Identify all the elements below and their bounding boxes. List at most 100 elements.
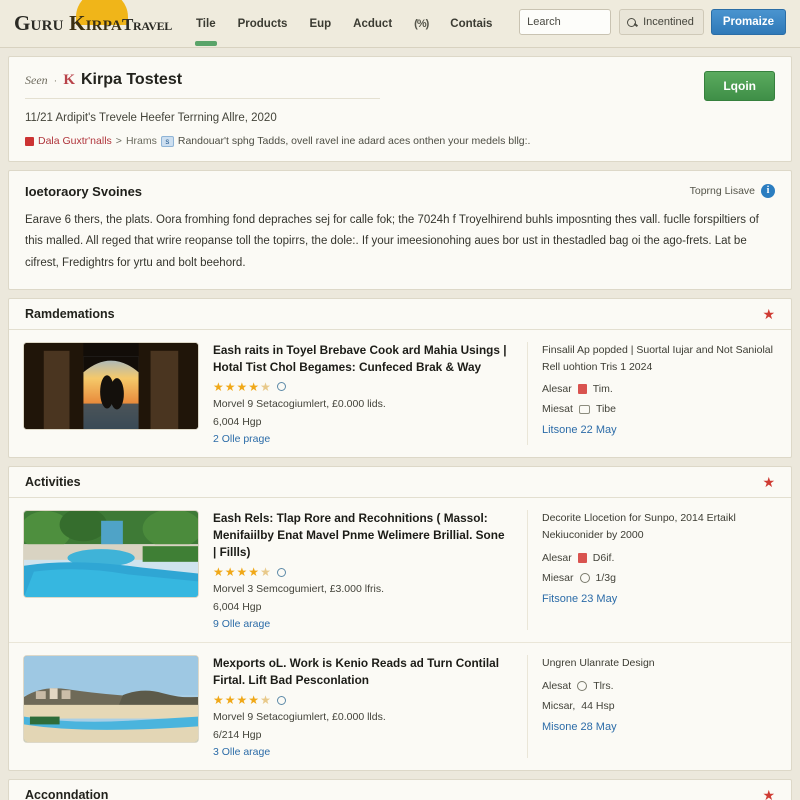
side-row-label: Miesar — [542, 571, 574, 584]
brand-logo[interactable]: Guru KirpaTravel — [14, 0, 172, 36]
section-title: Ramdemations — [25, 306, 115, 321]
nav-item-acduct[interactable]: Acduct — [351, 14, 394, 34]
item-title[interactable]: Eash raits in Toyel Brebave Cook ard Mah… — [213, 342, 507, 376]
breadcrumb-prefix[interactable]: Seen — [25, 73, 48, 88]
login-button[interactable]: Lqoin — [704, 71, 775, 101]
section-panel-recommendations: Ramdemations ★ Eash raits in Toyel Breba… — [8, 297, 792, 458]
item-side-link[interactable]: Misone 28 May — [542, 721, 777, 733]
rating-stars: ★ ★ ★ ★ ★ — [213, 566, 507, 578]
item-side-link[interactable]: Litsone 22 May — [542, 424, 777, 436]
search-input[interactable] — [519, 9, 612, 35]
meta-gray-text[interactable]: Hrams — [126, 135, 157, 147]
star-empty-icon: ★ — [260, 565, 271, 580]
incentive-label: Incentined — [643, 16, 694, 28]
star-icon[interactable]: ★ — [762, 475, 775, 489]
verified-ring-icon — [276, 695, 286, 705]
breadcrumb-separator: · — [53, 75, 58, 87]
header-meta-line: Dala Guxtr'nalls > Hrams s Randouar't sp… — [25, 135, 775, 147]
item-side-column: Decorite Llocetion for Sunpo, 2014 Ertai… — [527, 509, 777, 631]
item-title[interactable]: Eash Rels: Tlap Rore and Recohnitions ( … — [213, 510, 507, 561]
star-filled-icon: ★ — [236, 565, 248, 580]
star-icon[interactable]: ★ — [762, 307, 775, 321]
side-row-value: Tim. — [592, 383, 613, 396]
nav-item-eup[interactable]: Eup — [307, 14, 333, 34]
box-icon — [578, 404, 590, 414]
section-header: Activities ★ — [9, 467, 791, 498]
search-icon — [627, 17, 637, 27]
brand-word-3: Travel — [121, 15, 172, 34]
incentive-pill[interactable]: Incentined — [619, 9, 704, 35]
verified-ring-icon — [276, 567, 286, 577]
item-detail: Morvel 9 Setacogiumlert, £0.000 lids. — [213, 397, 386, 410]
item-side-title: Ungren Ulanrate Design — [542, 657, 655, 670]
nav-item-globe-icon[interactable]: (%) — [412, 14, 430, 34]
top-right-actions: Incentined Promaize — [519, 9, 786, 35]
item-side-column: Ungren Ulanrate Design Alesat Tlrs. Mics… — [527, 655, 777, 759]
section-panel-activities: Activities ★ Eash Rels: Tlap Rore and Re… — [8, 465, 792, 772]
item-main-column: Eash Rels: Tlap Rore and Recohnitions ( … — [213, 510, 513, 630]
list-item[interactable]: Eash raits in Toyel Brebave Cook ard Mah… — [9, 330, 791, 457]
page-header-panel: Seen · K Kirpa Tostest 11/21 Ardipit's T… — [8, 56, 792, 162]
section-header: Ramdemations ★ — [9, 299, 791, 330]
item-side-row: Alesar D6if. — [542, 552, 777, 564]
list-item[interactable]: Mexports oL. Work is Kenio Reads ad Turn… — [9, 642, 791, 770]
side-row-value: 44 Hsp — [581, 700, 615, 713]
brand-word-2: Kirpa — [69, 11, 122, 35]
list-item[interactable]: Eash Rels: Tlap Rore and Recohnitions ( … — [9, 498, 791, 642]
side-row-label: Miesat — [542, 403, 573, 416]
star-filled-icon: ★ — [213, 379, 224, 394]
star-filled-icon: ★ — [248, 693, 260, 708]
intro-right-group: Toprng Lisave i — [690, 184, 775, 198]
item-detail: Morvel 9 Setacogiumlert, £0.000 llds. — [213, 711, 386, 724]
side-row-label: Alesat — [542, 680, 572, 693]
item-link[interactable]: 9 Olle arage — [213, 618, 507, 630]
item-link[interactable]: 3 Olle arage — [213, 746, 507, 758]
red-block-icon — [577, 552, 587, 563]
item-thumbnail[interactable] — [23, 655, 199, 744]
item-count: 6,004 Hgp — [213, 415, 262, 428]
breadcrumb: Seen · K Kirpa Tostest — [25, 71, 775, 89]
section-header: Acconndation ★ — [9, 780, 791, 800]
side-row-label: Micsar, — [542, 700, 576, 713]
item-side-row: Miesar 1/3g — [542, 572, 777, 584]
star-filled-icon: ★ — [248, 565, 260, 580]
item-link[interactable]: 2 Olle prage — [213, 433, 507, 445]
intro-right-label[interactable]: Toprng Lisave — [690, 185, 755, 197]
nav-item-products[interactable]: Products — [236, 14, 290, 34]
item-side-row: Micsar, 44 Hsp — [542, 700, 777, 712]
item-thumbnail[interactable] — [23, 341, 199, 430]
star-filled-icon: ★ — [236, 693, 248, 708]
nav-item-tile[interactable]: Tile — [194, 14, 218, 46]
meta-red-text[interactable]: Dala Guxtr'nalls — [38, 135, 112, 147]
star-filled-icon: ★ — [213, 565, 224, 580]
intro-panel: Ioetoraory Svoines Toprng Lisave i Earav… — [8, 170, 792, 290]
side-row-value: Tlrs. — [593, 680, 614, 693]
promote-button[interactable]: Promaize — [710, 9, 786, 35]
info-icon[interactable]: i — [761, 184, 775, 198]
header-divider — [25, 98, 380, 99]
star-empty-icon: ★ — [260, 693, 271, 708]
star-icon[interactable]: ★ — [762, 788, 775, 800]
side-row-value: 1/3g — [595, 571, 616, 584]
star-filled-icon: ★ — [248, 379, 260, 394]
item-count: 6,004 Hgp — [213, 601, 262, 614]
star-filled-icon: ★ — [213, 693, 224, 708]
item-side-link[interactable]: Fitsone 23 May — [542, 593, 777, 605]
item-side-row: Alesar Tim. — [542, 383, 777, 395]
ring-icon — [579, 572, 590, 583]
item-detail: Morvel 3 Semcogumiert, £3.000 lfris. — [213, 583, 384, 596]
item-thumbnail[interactable] — [23, 509, 199, 598]
nav-item-contais[interactable]: Contais — [448, 14, 494, 34]
item-side-column: Finsalil Ap popded | Suortal Iujar and N… — [527, 341, 777, 445]
item-side-row: Alesat Tlrs. — [542, 680, 777, 692]
section-panel-accommodation: Acconndation ★ — [8, 779, 792, 800]
item-count: 6/214 Hgp — [213, 729, 262, 742]
item-title[interactable]: Mexports oL. Work is Kenio Reads ad Turn… — [213, 655, 507, 689]
verified-ring-icon — [276, 382, 286, 392]
brand-mark-icon: K — [63, 72, 75, 88]
item-side-title: Finsalil Ap popded | Suortal Iujar and N… — [542, 343, 773, 373]
top-navigation-bar: Guru KirpaTravel Tile Products Eup Acduc… — [0, 0, 800, 48]
item-main-column: Eash raits in Toyel Brebave Cook ard Mah… — [213, 342, 513, 445]
side-row-value: Tibe — [595, 403, 616, 416]
star-filled-icon: ★ — [224, 565, 236, 580]
